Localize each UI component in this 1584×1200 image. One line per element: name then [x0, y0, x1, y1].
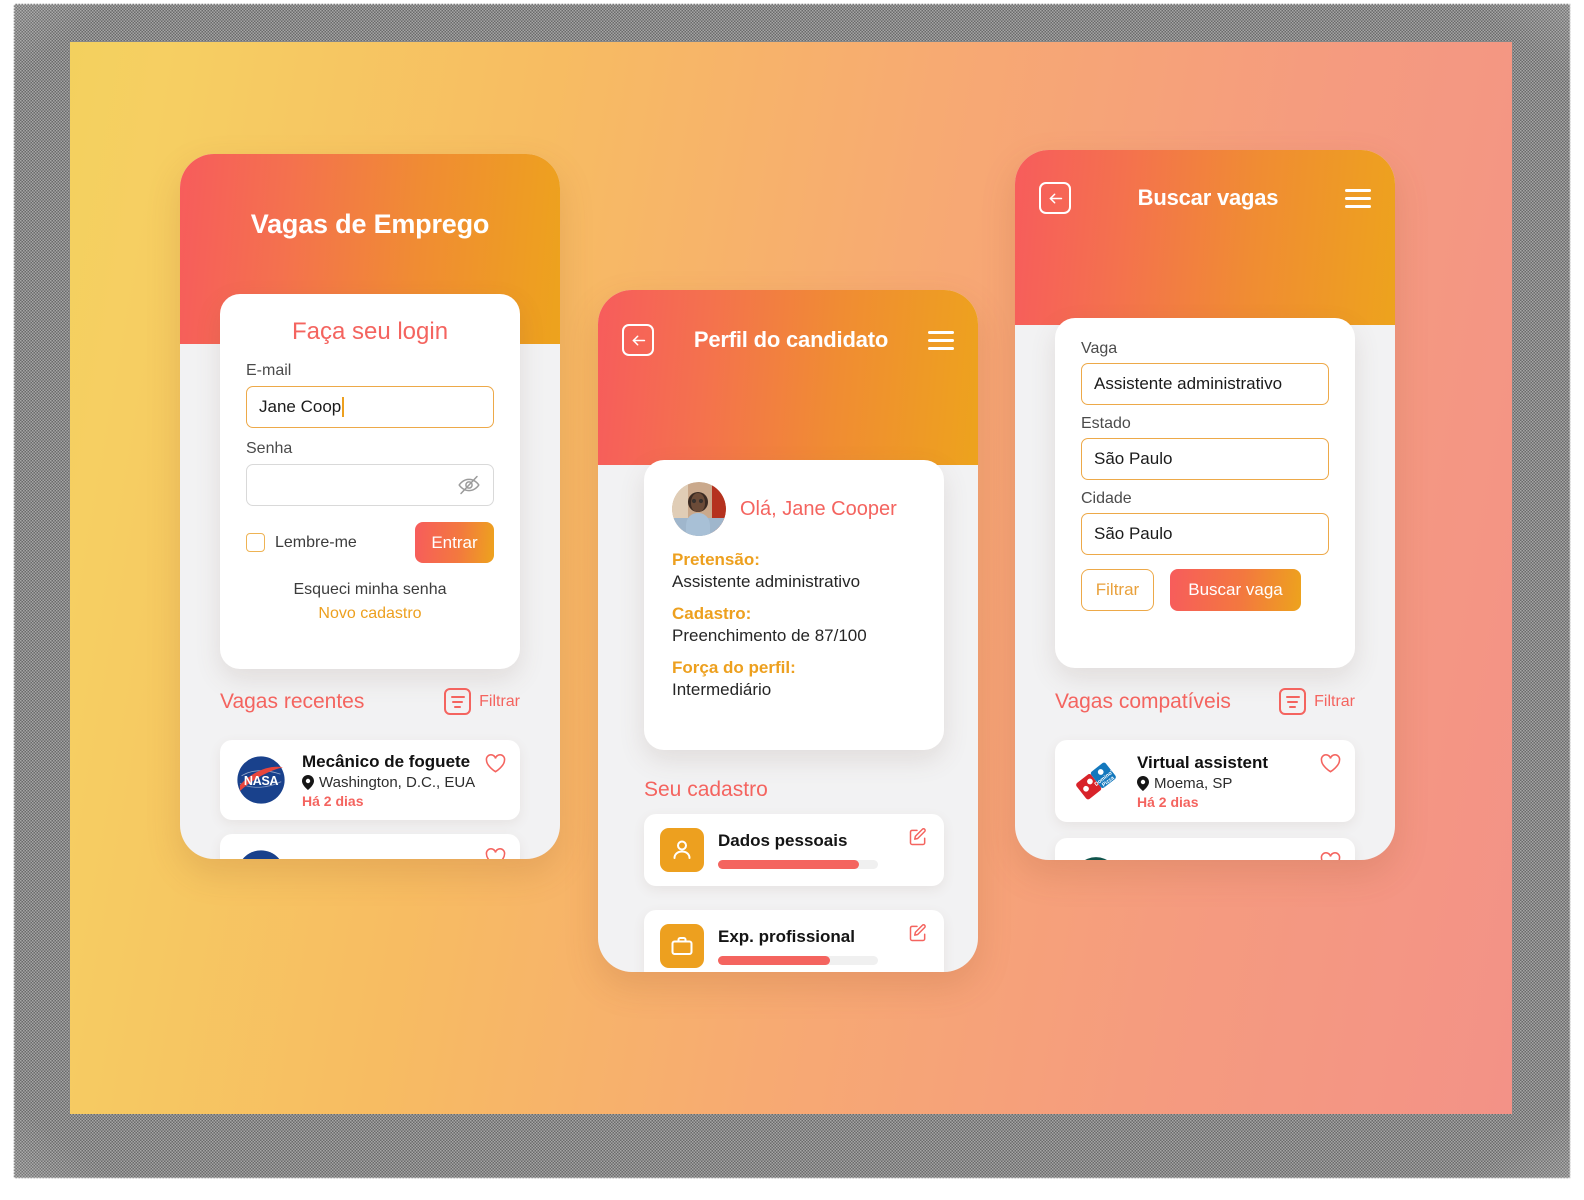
recent-jobs-filter-button[interactable]: Filtrar: [444, 688, 520, 715]
filter-label: Filtrar: [1314, 692, 1355, 710]
job-card-match-0[interactable]: Domino's Pizza Virtual assistent Moema, …: [1055, 740, 1355, 822]
registration-section-title: Seu cadastro: [644, 778, 768, 801]
job-location-text: Moema, SP: [1154, 774, 1233, 792]
compatible-jobs-filter-button[interactable]: Filtrar: [1279, 688, 1355, 715]
email-field[interactable]: Jane Coop: [246, 386, 494, 428]
login-card: Faça seu login E-mail Jane Coop Senha Le…: [220, 294, 520, 669]
profile-field-value-0: Assistente administrativo: [672, 572, 861, 591]
registration-row-1[interactable]: Exp. profissional: [644, 910, 944, 972]
nasa-logo: NASA: [234, 847, 288, 859]
vaga-label: Vaga: [1081, 340, 1118, 357]
signup-link[interactable]: Novo cadastro: [246, 605, 494, 623]
login-submit-button[interactable]: Entrar: [415, 522, 494, 563]
favorite-heart-icon[interactable]: [1320, 754, 1341, 778]
buscar-vaga-button[interactable]: Buscar vaga: [1170, 569, 1301, 611]
job-age: Há 2 dias: [302, 792, 364, 809]
profile-summary-card: Olá, Jane Cooper Pretensão: Assistente a…: [644, 460, 944, 750]
remember-me-checkbox[interactable]: [246, 533, 265, 552]
password-label: Senha: [246, 440, 293, 457]
password-field[interactable]: [246, 464, 494, 506]
hamburger-menu-icon[interactable]: [928, 329, 954, 351]
progress-bar-fill: [718, 860, 859, 869]
login-header-title: Vagas de Emprego: [250, 208, 490, 239]
job-location-text: Washington, D.C., EUA: [319, 773, 476, 791]
estado-label: Estado: [1081, 415, 1131, 432]
profile-field-label-2: Força do perfil:: [672, 658, 796, 677]
profile-header: Perfil do candidato: [598, 290, 978, 465]
green-sun-logo: [1069, 852, 1123, 860]
location-pin-icon: [1137, 775, 1149, 791]
search-header: Buscar vagas: [1015, 150, 1395, 325]
favorite-heart-icon[interactable]: [485, 848, 506, 859]
filter-label: Filtrar: [479, 692, 520, 710]
location-pin-icon: [302, 774, 314, 790]
search-form-card: Vaga Assistente administrativo Estado Sã…: [1055, 318, 1355, 668]
job-card-match-1[interactable]: Aux. administrativo Penha, SP: [1055, 838, 1355, 860]
user-photo-avatar: [672, 482, 726, 536]
dominos-pizza-logo: Domino's Pizza: [1069, 754, 1123, 808]
profile-greeting: Olá, Jane Cooper: [740, 497, 897, 520]
phone-search-screen: Buscar vagas Vaga Assistente administrat…: [1015, 150, 1395, 860]
nasa-logo: NASA: [234, 753, 288, 807]
profile-header-title: Perfil do candidato: [693, 327, 889, 352]
job-card-recent-1[interactable]: NASA Lustrador de foguete: [220, 834, 520, 859]
job-card-recent-0[interactable]: NASA Mecânico de foguete Washington, D.C…: [220, 740, 520, 820]
estado-input[interactable]: São Paulo: [1081, 438, 1329, 480]
forgot-password-link[interactable]: Esqueci minha senha: [246, 581, 494, 599]
cidade-label: Cidade: [1081, 490, 1132, 507]
progress-bar-track: [718, 860, 878, 869]
progress-bar-fill: [718, 956, 830, 965]
profile-field-value-1: Preenchimento de 87/100: [672, 626, 867, 645]
avatar: [672, 482, 726, 536]
phone-login-screen: Vagas de Emprego Faça seu login E-mail J…: [180, 154, 560, 859]
person-icon: [660, 828, 704, 872]
back-arrow-icon: [1049, 192, 1062, 204]
cidade-value: São Paulo: [1094, 524, 1173, 543]
screenshot-frame: Vagas de Emprego Faça seu login E-mail J…: [0, 0, 1584, 1200]
profile-field-label-0: Pretensão:: [672, 550, 760, 569]
profile-field-value-2: Intermediário: [672, 680, 772, 699]
job-location: Washington, D.C., EUA: [302, 774, 506, 791]
eye-off-icon[interactable]: [457, 473, 481, 497]
text-caret: [342, 397, 344, 417]
favorite-heart-icon[interactable]: [485, 754, 506, 778]
email-value: Jane Coop: [259, 397, 342, 416]
briefcase-icon: [660, 924, 704, 968]
hamburger-menu-icon[interactable]: [1345, 187, 1371, 209]
phone-profile-screen: Perfil do candidato Olá, Jane Cooper Pre…: [598, 290, 978, 972]
remember-me-label: Lembre-me: [275, 533, 357, 551]
nasa-logo-svg: NASA: [237, 756, 285, 804]
back-arrow-icon: [632, 334, 645, 346]
compatible-jobs-title: Vagas compatíveis: [1055, 689, 1231, 713]
login-card-title: Faça seu login: [291, 318, 449, 345]
back-button[interactable]: [1039, 182, 1071, 214]
filter-icon: [1279, 688, 1307, 715]
job-title: Virtual assistent: [1137, 752, 1269, 772]
email-label: E-mail: [246, 362, 292, 379]
svg-text:NASA: NASA: [244, 774, 278, 788]
job-location: Moema, SP: [1137, 775, 1341, 792]
filtrar-button[interactable]: Filtrar: [1081, 569, 1154, 611]
filter-icon: [444, 688, 472, 715]
estado-value: São Paulo: [1094, 449, 1173, 468]
app-mockup-canvas: Vagas de Emprego Faça seu login E-mail J…: [70, 42, 1512, 1114]
edit-pencil-icon[interactable]: [908, 827, 928, 847]
back-button[interactable]: [622, 324, 654, 356]
registration-row-title: Exp. profissional: [718, 927, 855, 946]
registration-row-0[interactable]: Dados pessoais: [644, 814, 944, 886]
vaga-input[interactable]: Assistente administrativo: [1081, 363, 1329, 405]
job-title: Aux. administrativo: [1137, 860, 1341, 861]
favorite-heart-icon[interactable]: [1320, 852, 1341, 860]
job-age: Há 2 dias: [1137, 793, 1199, 810]
recent-jobs-title: Vagas recentes: [220, 689, 365, 713]
registration-row-title: Dados pessoais: [718, 831, 848, 850]
cidade-input[interactable]: São Paulo: [1081, 513, 1329, 555]
progress-bar-track: [718, 956, 878, 965]
vaga-value: Assistente administrativo: [1094, 374, 1283, 393]
job-title: Mecânico de foguete: [302, 751, 471, 771]
edit-pencil-icon[interactable]: [908, 923, 928, 943]
profile-field-label-1: Cadastro:: [672, 604, 752, 623]
search-header-title: Buscar vagas: [1137, 185, 1279, 210]
